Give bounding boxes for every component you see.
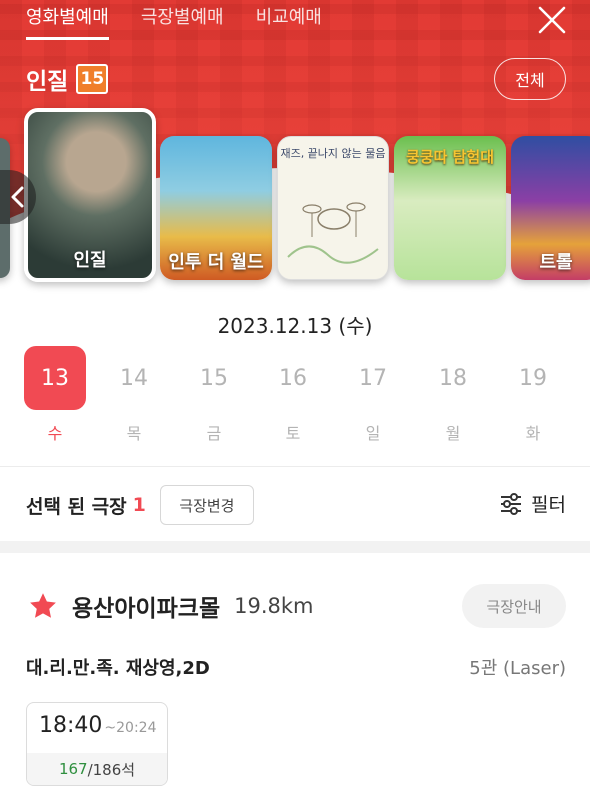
- date-weekday: 일: [365, 424, 381, 443]
- selected-date: 2023.12.13 (수): [217, 314, 373, 338]
- age-rating-badge: 15: [76, 64, 109, 94]
- poster-caption: 인질: [73, 250, 107, 271]
- tab-movie-booking[interactable]: 영화별예매: [26, 6, 109, 42]
- top-nav: 영화별예매 극장별예매 비교예매: [26, 6, 322, 42]
- section-divider: [0, 541, 590, 553]
- total-seats: /186석: [87, 760, 136, 779]
- date-strip: 13 수 14 목 15 금 16 토 17 일 18 월 19 화: [24, 346, 564, 443]
- date-day[interactable]: 17: [342, 346, 404, 410]
- showing-header: 대.리.만.족. 재상영,2D 5관 (Laser): [26, 654, 566, 682]
- drum-illustration-icon: [287, 202, 379, 264]
- filter-button[interactable]: 필터: [499, 490, 566, 517]
- cinema-header: 용산아이파크몰 19.8km 극장안내: [28, 584, 566, 628]
- selected-theater-label: 선택 된 극장: [26, 495, 127, 518]
- date-weekday: 목: [126, 424, 142, 443]
- filter-label: 필터: [531, 494, 566, 516]
- date-weekday: 월: [445, 424, 461, 443]
- all-movies-button[interactable]: 전체: [494, 58, 566, 100]
- movie-title-row: 인질 15: [26, 62, 109, 96]
- tab-compare-booking[interactable]: 비교예매: [256, 6, 322, 42]
- available-seats: 167: [58, 760, 88, 778]
- filter-icon: [501, 492, 522, 515]
- poster[interactable]: 인투 더 월드: [160, 136, 272, 280]
- date-weekday: 토: [285, 424, 301, 443]
- date-weekday: 수: [47, 424, 63, 443]
- date-day[interactable]: 18: [422, 346, 484, 410]
- poster[interactable]: 재즈, 끝나지 않는 물음: [277, 136, 389, 280]
- showing-movie-name: 대.리.만.족. 재상영,2D: [26, 658, 210, 679]
- poster-caption: 트롤: [539, 252, 573, 273]
- end-time: ~20:24: [104, 720, 157, 736]
- date-day[interactable]: 14: [103, 346, 165, 410]
- poster[interactable]: 트롤: [511, 136, 590, 280]
- start-time: 18:40: [39, 713, 103, 738]
- date-weekday: 금: [206, 424, 222, 443]
- date-day[interactable]: 13: [24, 346, 86, 410]
- close-button[interactable]: [534, 2, 570, 38]
- seat-availability: 167 /186석: [27, 753, 167, 785]
- poster-caption: 인투 더 월드: [168, 252, 264, 273]
- date-day[interactable]: 16: [262, 346, 324, 410]
- selected-theater-count: 1: [132, 494, 146, 516]
- poster[interactable]: 쿵쿵따 탐험대: [394, 136, 506, 280]
- cinema-info-button[interactable]: 극장안내: [462, 584, 566, 628]
- close-icon: [538, 6, 566, 34]
- cinema-distance: 19.8km: [234, 594, 314, 618]
- cinema-name: 용산아이파크몰: [72, 596, 221, 622]
- movie-title: 인질: [26, 69, 69, 95]
- showtime-times: 18:40 ~20:24: [39, 713, 156, 738]
- date-weekday: 화: [525, 424, 541, 443]
- poster-caption: 쿵쿵따 탐험대: [405, 148, 495, 166]
- chevron-left-icon: [11, 186, 24, 208]
- star-icon[interactable]: [28, 591, 58, 621]
- date-day[interactable]: 15: [183, 346, 245, 410]
- tab-theater-booking[interactable]: 극장별예매: [141, 6, 224, 42]
- divider: [0, 466, 590, 467]
- poster-selected[interactable]: 인질: [24, 108, 156, 282]
- selected-theater-row: 선택 된 극장 1 극장변경 필터: [26, 484, 566, 526]
- screen-name: 5관 (Laser): [469, 658, 566, 679]
- change-theater-button[interactable]: 극장변경: [159, 485, 254, 525]
- showtime-slot[interactable]: 18:40 ~20:24 167 /186석: [26, 702, 168, 786]
- date-day[interactable]: 19: [502, 346, 564, 410]
